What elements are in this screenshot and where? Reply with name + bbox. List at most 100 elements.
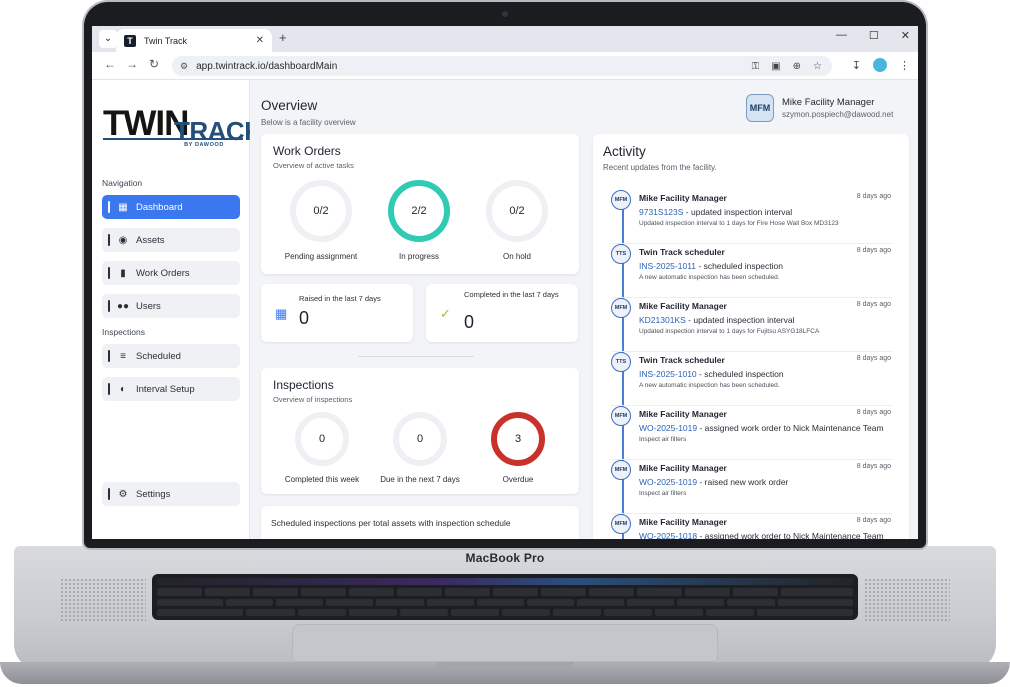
inspections-section-label: Inspections [102,327,145,337]
activity-reference-link[interactable]: INS-2025-1011 [639,261,696,271]
ring-label: Due in the next 7 days [380,475,460,484]
bookmark-star-icon[interactable]: ☆ [813,61,822,72]
stat-caption: Raised in the last 7 days [299,294,381,303]
activity-action: - updated inspection interval [683,207,793,217]
raised-stat-card[interactable]: ▦ Raised in the last 7 days 0 [261,284,413,342]
activity-item[interactable]: MFM Mike Facility Manager 8 days ago KD2… [611,298,893,352]
activity-avatar: MFM [611,298,631,318]
overdue-ring: 3 [491,412,545,466]
sidebar-item-dashboard[interactable]: ▦ Dashboard [102,195,240,219]
more-menu-icon[interactable]: ⋮ [899,59,910,72]
zoom-icon[interactable]: ⊕ [793,61,801,72]
interval-icon: ◐ [119,383,127,395]
completed-stat-card[interactable]: ✓ Completed in the last 7 days 0 [426,284,578,342]
activity-reference-link[interactable]: 9731S123S [639,207,683,217]
in-progress-ring: 2/2 [388,180,450,242]
site-info-icon[interactable]: ⚙ [180,61,188,72]
sidebar-item-label: Interval Setup [136,383,195,395]
reload-icon[interactable]: ↻ [149,57,159,71]
ring-label: Overdue [502,475,534,484]
work-orders-card[interactable]: Work Orders Overview of active tasks 0/2… [261,134,579,274]
sidebar-item-users[interactable]: ●● Users [102,294,240,318]
activity-item[interactable]: MFM Mike Facility Manager 8 days ago WO-… [611,514,893,539]
sidebar-item-scheduled[interactable]: ≡ Scheduled [102,344,240,368]
dashboard-icon: ▦ [118,201,128,213]
activity-item[interactable]: TTS Twin Track scheduler 8 days ago INS-… [611,352,893,406]
back-icon[interactable]: ← [104,57,116,71]
pending-assignment-ring: 0/2 [290,180,352,242]
activity-actor: Mike Facility Manager [639,409,727,419]
avatar: MFM [746,94,774,122]
activity-reference-link[interactable]: WO-2025-1019 [639,423,697,433]
sidebar-item-interval-setup[interactable]: ◐ Interval Setup [102,377,240,401]
activity-actor: Mike Facility Manager [639,463,727,473]
card-title: Work Orders [273,144,341,158]
document-icon: ▦ [275,306,288,321]
sidebar-item-settings[interactable]: ⚙ Settings [102,482,240,506]
touch-bar [157,578,853,586]
sidebar-item-work-orders[interactable]: ▮ Work Orders [102,261,240,285]
activity-detail: A new automatic inspection has been sche… [639,274,780,281]
download-icon[interactable]: ↧ [852,59,861,72]
activity-subtitle: Recent updates from the facility. [603,163,717,172]
activity-item[interactable]: MFM Mike Facility Manager 8 days ago WO-… [611,406,893,460]
minimize-icon[interactable]: — [836,29,847,42]
browser-toolbar: ← → ↻ ⚙ app.twintrack.io/dashboardMain ⚿… [92,52,918,80]
divider [358,356,474,357]
inspections-card[interactable]: Inspections Overview of inspections 0 0 … [261,368,579,494]
scheduled-inspections-card[interactable]: Scheduled inspections per total assets w… [261,506,579,539]
activity-reference-link[interactable]: KD21301KS [639,315,686,325]
install-app-icon[interactable]: ▣ [771,61,780,72]
assets-icon: ◉ [118,234,128,246]
tab-search-chevron-icon[interactable]: ⌄ [99,30,117,48]
ring-label: In progress [398,252,440,261]
card-subtitle: Overview of active tasks [273,161,354,170]
activity-item[interactable]: MFM Mike Facility Manager 8 days ago WO-… [611,460,893,514]
sidebar: TWIN TRACK BY DAWOOD Navigation ▦ Dashbo… [92,80,263,539]
page-title: Overview [261,98,318,113]
activity-actor: Mike Facility Manager [639,517,727,527]
activity-actor: Twin Track scheduler [639,355,725,365]
card-title: Inspections [273,378,334,392]
activity-action: - scheduled inspection [696,261,783,271]
work-orders-icon: ▮ [120,267,126,279]
activity-reference-link[interactable]: WO-2025-1018 [639,531,697,539]
activity-title: Activity [603,144,646,159]
sidebar-item-assets[interactable]: ◉ Assets [102,228,240,252]
scheduled-icon: ≡ [120,350,126,362]
activity-action: - raised new work order [697,477,789,487]
activity-item[interactable]: MFM Mike Facility Manager 8 days ago 973… [611,190,893,244]
card-subtitle: Overview of inspections [273,395,353,404]
ring-label: Completed this week [284,475,360,484]
close-tab-icon[interactable]: ✕ [256,35,264,46]
activity-reference-link[interactable]: INS-2025-1010 [639,369,697,379]
card-title: Scheduled inspections per total assets w… [271,518,511,528]
camera-icon [502,11,508,17]
profile-avatar-icon[interactable] [873,58,887,72]
sidebar-item-label: Users [136,300,161,312]
maximize-icon[interactable]: ☐ [869,29,879,42]
activity-avatar: TTS [611,244,631,264]
password-key-icon[interactable]: ⚿ [752,61,760,72]
gear-icon: ⚙ [118,488,128,500]
activity-item[interactable]: TTS Twin Track scheduler 8 days ago INS-… [611,244,893,298]
logo-by: BY DAWOOD [184,142,224,148]
completed-this-week-ring: 0 [295,412,349,466]
stat-value: 0 [299,308,310,328]
activity-detail: Updated inspection interval to 1 days fo… [639,328,820,335]
user-profile[interactable]: MFM Mike Facility Manager szymon.pospiec… [746,94,893,122]
users-icon: ●● [117,300,130,312]
browser-tab-strip: ⌄ T Twin Track ✕ + — ☐ ✕ [92,26,918,52]
close-window-icon[interactable]: ✕ [901,29,910,42]
activity-detail: Updated inspection interval to 1 days fo… [639,220,839,227]
activity-time: 8 days ago [856,301,891,308]
device-label: MacBook Pro [465,551,545,565]
browser-tab[interactable]: T Twin Track ✕ [116,29,272,52]
forward-icon[interactable]: → [126,57,138,71]
activity-reference-link[interactable]: WO-2025-1019 [639,477,697,487]
activity-avatar: MFM [611,190,631,210]
address-bar[interactable]: ⚙ app.twintrack.io/dashboardMain ⚿ ▣ ⊕ ☆ [172,56,832,76]
new-tab-icon[interactable]: + [279,30,287,45]
twin-track-logo[interactable]: TWIN TRACK BY DAWOOD [103,104,263,156]
favicon-icon: T [124,34,136,47]
